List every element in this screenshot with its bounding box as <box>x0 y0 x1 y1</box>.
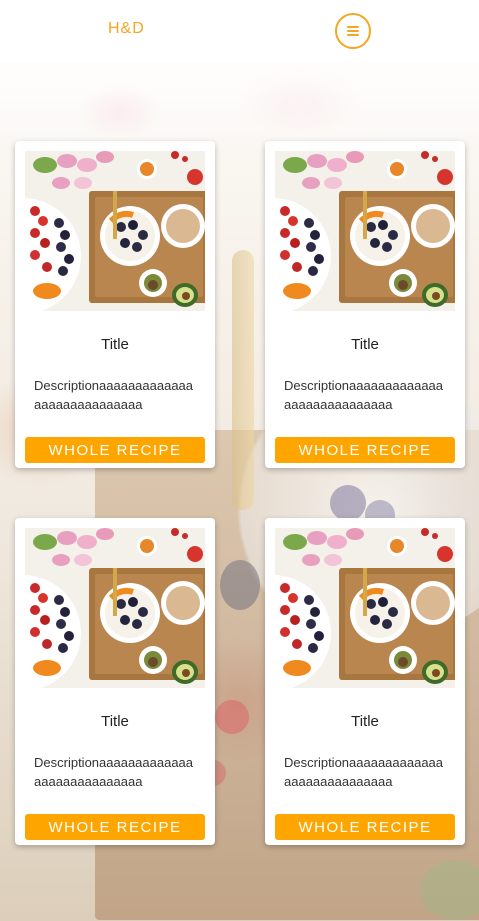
food-bowl-image <box>25 151 205 311</box>
card-title: Title <box>351 713 379 730</box>
brand-logo[interactable]: H&D <box>108 20 145 38</box>
card-title: Title <box>351 336 379 353</box>
recipe-card: Title Descriptionaaaaaaaaaaaaaaaaaaaaaaa… <box>265 141 465 468</box>
card-description: Descriptionaaaaaaaaaaaaaaaaaaaaaaaaaaaa <box>34 755 194 789</box>
card-description: Descriptionaaaaaaaaaaaaaaaaaaaaaaaaaaaa <box>284 378 444 412</box>
hamburger-menu-icon <box>347 26 359 36</box>
food-bowl-image <box>25 528 205 688</box>
recipe-card: Title Descriptionaaaaaaaaaaaaaaaaaaaaaaa… <box>15 518 215 845</box>
card-title: Title <box>101 336 129 353</box>
top-header: H&D <box>0 0 479 62</box>
food-bowl-image <box>275 151 455 311</box>
menu-button[interactable] <box>335 13 371 49</box>
whole-recipe-button[interactable]: WHOLE RECIPE <box>275 437 455 463</box>
card-title: Title <box>101 713 129 730</box>
whole-recipe-button[interactable]: WHOLE RECIPE <box>25 437 205 463</box>
card-description: Descriptionaaaaaaaaaaaaaaaaaaaaaaaaaaaa <box>34 378 194 412</box>
whole-recipe-button[interactable]: WHOLE RECIPE <box>25 814 205 840</box>
recipe-card: Title Descriptionaaaaaaaaaaaaaaaaaaaaaaa… <box>265 518 465 845</box>
food-bowl-image <box>275 528 455 688</box>
recipe-card: Title Descriptionaaaaaaaaaaaaaaaaaaaaaaa… <box>15 141 215 468</box>
card-description: Descriptionaaaaaaaaaaaaaaaaaaaaaaaaaaaa <box>284 755 444 789</box>
whole-recipe-button[interactable]: WHOLE RECIPE <box>275 814 455 840</box>
